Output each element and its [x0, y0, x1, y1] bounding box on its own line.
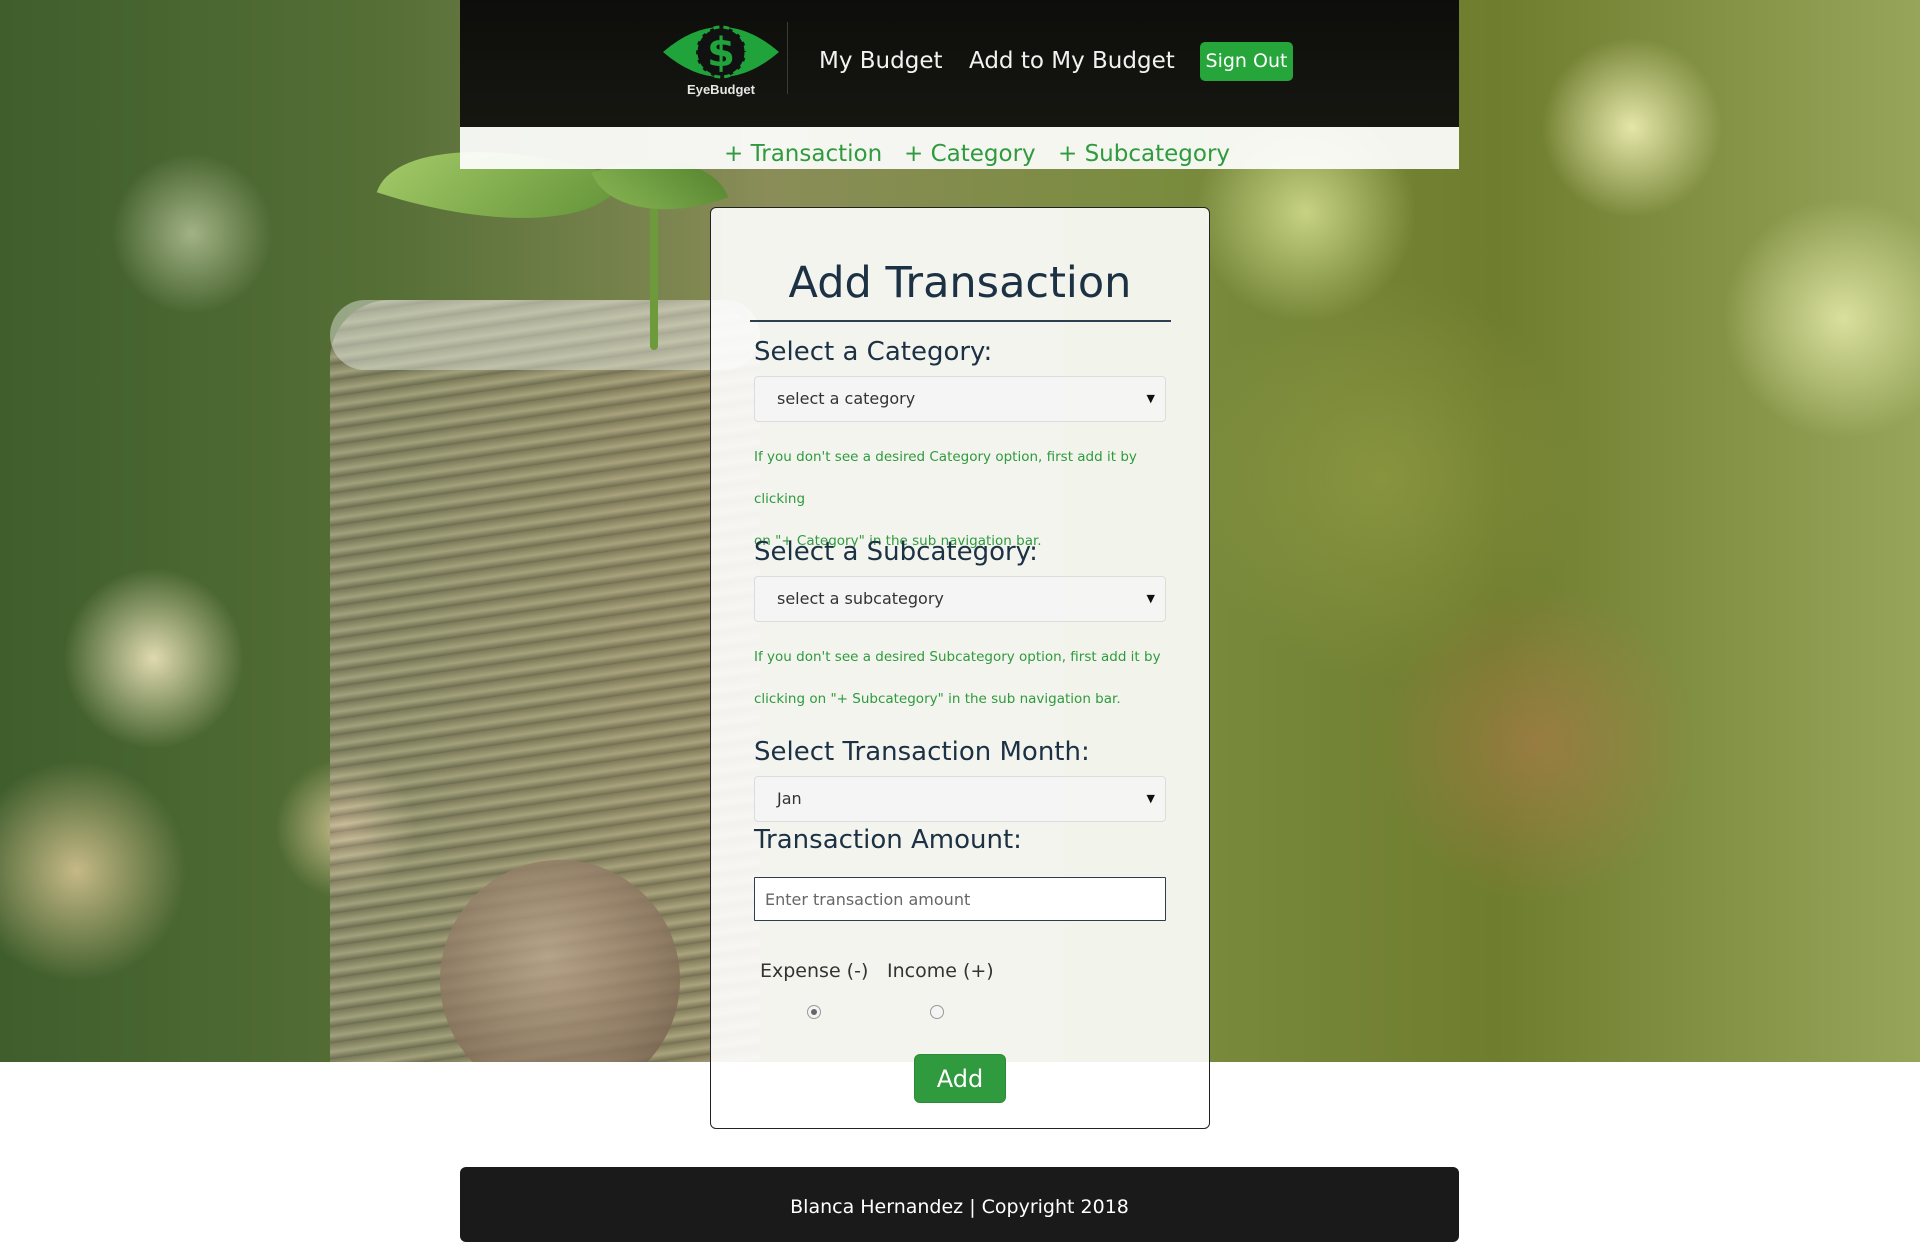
- category-select-value: select a category: [777, 389, 916, 408]
- expense-label[interactable]: Expense (-): [760, 960, 868, 982]
- caret-down-icon: ▼: [1146, 592, 1155, 605]
- nav-my-budget-link[interactable]: My Budget: [819, 48, 943, 74]
- add-button[interactable]: Add: [914, 1054, 1006, 1103]
- subcategory-select[interactable]: select a subcategory ▼: [754, 576, 1166, 622]
- svg-text:$: $: [707, 30, 735, 76]
- logo-text[interactable]: EyeBudget: [661, 82, 781, 97]
- footer: Blanca Hernandez | Copyright 2018: [460, 1167, 1459, 1242]
- month-select-value: Jan: [777, 789, 802, 808]
- amount-input[interactable]: [754, 877, 1166, 921]
- subcategory-select-value: select a subcategory: [777, 589, 944, 608]
- subcategory-help-text: If you don't see a desired Subcategory o…: [754, 636, 1174, 720]
- nav-add-to-budget-link[interactable]: Add to My Budget: [969, 48, 1175, 74]
- month-select[interactable]: Jan ▼: [754, 776, 1166, 822]
- subnav-add-transaction-link[interactable]: + Transaction: [724, 141, 882, 167]
- expense-radio[interactable]: [807, 1005, 821, 1019]
- month-label: Select Transaction Month:: [754, 737, 1090, 767]
- income-label[interactable]: Income (+): [887, 960, 994, 982]
- category-select[interactable]: select a category ▼: [754, 376, 1166, 422]
- top-navbar: [460, 0, 1459, 127]
- subnav-add-category-link[interactable]: + Category: [904, 141, 1036, 167]
- category-help-line: If you don't see a desired Category opti…: [754, 449, 1137, 507]
- jar-rim-image: [330, 300, 760, 370]
- caret-down-icon: ▼: [1146, 792, 1155, 805]
- plant-stem-image: [650, 200, 658, 350]
- category-label: Select a Category:: [754, 337, 993, 367]
- form-title: Add Transaction: [788, 258, 1132, 308]
- title-divider: [750, 320, 1171, 322]
- footer-text: Blanca Hernandez | Copyright 2018: [790, 1196, 1129, 1218]
- sign-out-button[interactable]: Sign Out: [1200, 42, 1293, 81]
- nav-divider: [787, 22, 788, 94]
- subnav-add-subcategory-link[interactable]: + Subcategory: [1058, 141, 1230, 167]
- income-radio[interactable]: [930, 1005, 944, 1019]
- caret-down-icon: ▼: [1146, 392, 1155, 405]
- subcategory-help-line: If you don't see a desired Subcategory o…: [754, 649, 1161, 665]
- subcategory-help-line: clicking on "+ Subcategory" in the sub n…: [754, 691, 1121, 707]
- amount-label: Transaction Amount:: [754, 825, 1022, 855]
- subcategory-label: Select a Subcategory:: [754, 537, 1038, 567]
